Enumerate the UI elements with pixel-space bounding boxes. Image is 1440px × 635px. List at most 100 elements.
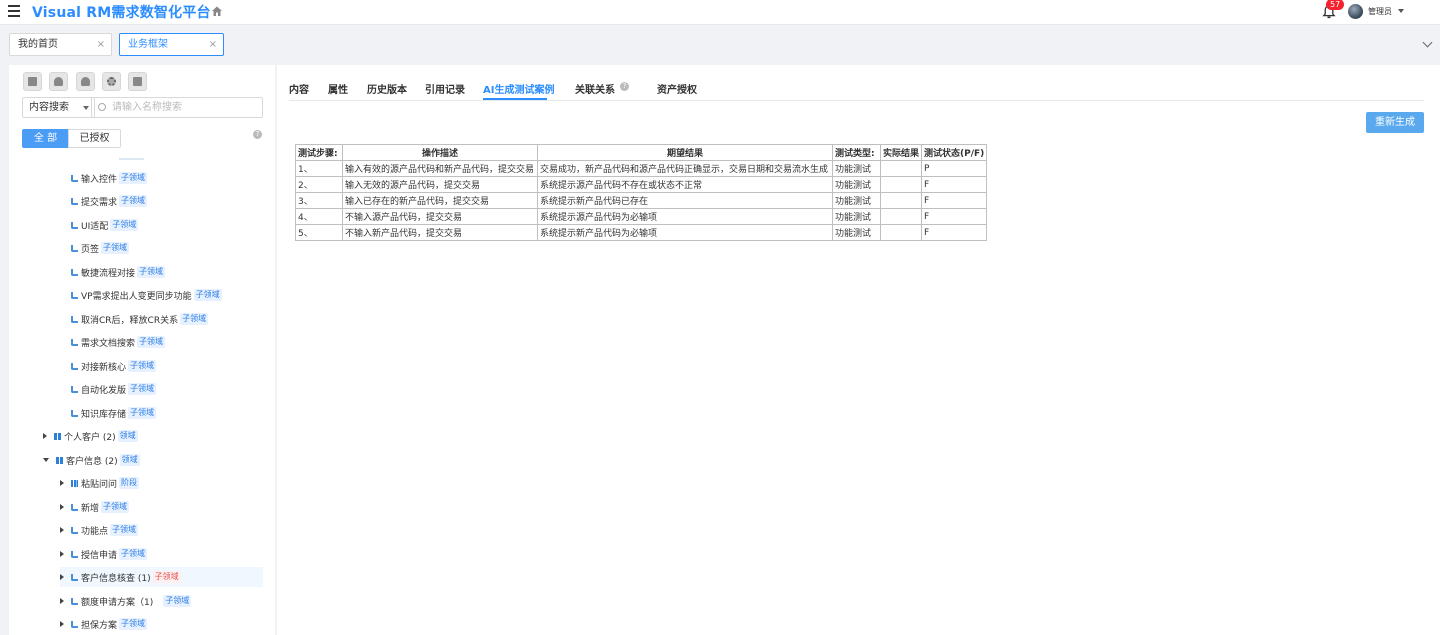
tree-item[interactable]: 对接新核心 子领域 (71, 356, 157, 376)
table-cell: 交易成功，新产品代码和源产品代码正确显示，交易日期和交易流水生成 (537, 160, 833, 177)
settings-button[interactable] (102, 72, 121, 91)
expand-arrow-icon[interactable] (60, 621, 64, 627)
close-icon[interactable]: × (97, 34, 105, 55)
tree-item[interactable]: 新增 子领域 (60, 497, 130, 517)
filter-authorized-button[interactable]: 已授权 (68, 129, 121, 148)
tree-item[interactable]: 敏捷流程对接 子领域 (71, 262, 166, 282)
tree-item[interactable]: 授信申请 子领域 (60, 544, 148, 564)
tab-references[interactable]: 引用记录 (425, 81, 465, 96)
table-cell (879, 192, 923, 209)
chevron-down-icon[interactable] (1422, 37, 1433, 48)
tree-item[interactable]: 功能点 子领域 (60, 520, 139, 540)
tree-item-label: 功能点 (81, 526, 109, 537)
table-cell: 输入已存在的新产品代码，提交交易 (342, 192, 538, 209)
table-row: 3、 输入已存在的新产品代码，提交交易 系统提示新产品代码已存在 功能测试 F (295, 192, 988, 209)
tree-item[interactable]: 输入控件 子领域 (71, 168, 148, 188)
tree-item[interactable]: 知识库存储 子领域 (71, 403, 157, 423)
upload-button[interactable] (49, 72, 68, 91)
tree-item[interactable]: 自动化发版 子领域 (71, 379, 157, 399)
tree-item[interactable]: 取消CR后，释放CR关系 子领域 (71, 309, 209, 329)
tree-item-label: 需求文档搜索 (81, 338, 136, 349)
page-tab-business-framework[interactable]: 业务框架 × (119, 33, 224, 56)
table-cell: 功能测试 (832, 192, 881, 209)
tree-item-tag: 子领域 (119, 195, 148, 207)
avatar[interactable] (1348, 4, 1363, 19)
expand-arrow-icon[interactable] (60, 504, 64, 510)
tree-item[interactable]: 额度申请方案（1) 子领域 (60, 591, 192, 611)
tree-item[interactable]: 客户信息 (2) 领域 (43, 450, 140, 470)
table-row: 5、 不输入新产品代码，提交交易 系统提示新产品代码为必输项 功能测试 F (295, 224, 988, 241)
table-cell: 系统提示新产品代码为必输项 (537, 224, 833, 241)
expand-arrow-icon[interactable] (43, 433, 47, 439)
subdomain-icon (71, 385, 78, 393)
subdomain-icon (71, 268, 78, 276)
tab-content[interactable]: 内容 (289, 81, 309, 96)
expand-arrow-icon[interactable] (60, 480, 64, 486)
copy-button[interactable] (23, 72, 42, 91)
tab-asset-authorization[interactable]: 资产授权 (657, 81, 697, 96)
filter-all-button[interactable]: 全 部 (22, 129, 69, 148)
tree-item-tag: 子领域 (163, 595, 192, 607)
menu-toggle-icon[interactable] (8, 5, 22, 19)
expand-arrow-icon[interactable] (60, 574, 64, 580)
tab-properties[interactable]: 属性 (328, 81, 348, 96)
tree-item[interactable]: 需求文档搜索 子领域 (71, 332, 166, 352)
search-input[interactable]: 请输入名称搜索 (91, 97, 263, 118)
tree-item-label: 粘贴问问 (81, 479, 118, 490)
home-icon[interactable] (211, 5, 223, 17)
tab-relations[interactable]: 关联关系 (575, 81, 615, 96)
expand-arrow-icon[interactable] (60, 527, 64, 533)
subdomain-icon (71, 573, 78, 581)
search-placeholder: 请输入名称搜索 (112, 102, 182, 113)
help-icon[interactable]: ? (620, 82, 629, 91)
tree-item-label: 新增 (81, 503, 100, 514)
table-cell: 系统提示源产品代码为必输项 (537, 208, 833, 225)
tree-item[interactable]: UI适配 子领域 (71, 215, 139, 235)
tree-item[interactable]: VP需求提出人变更同步功能 子领域 (71, 285, 222, 305)
tree-item-tag: 子领域 (128, 360, 157, 372)
caret-down-icon[interactable] (1398, 9, 1404, 13)
tree-item-label: UI适配 (81, 221, 109, 232)
search-scope-select[interactable]: 内容搜索 (22, 97, 95, 118)
help-icon[interactable]: ? (253, 130, 262, 139)
tree-item[interactable]: 页签 子领域 (71, 238, 130, 258)
scroll-remnant (119, 158, 144, 160)
tree-item-label: 知识库存储 (81, 409, 127, 420)
tree-item[interactable]: 担保方案 子领域 (60, 614, 148, 634)
close-icon[interactable]: × (209, 34, 217, 55)
subdomain-icon (71, 409, 78, 417)
document-button[interactable] (128, 72, 147, 91)
tree-item[interactable]: 个人客户 (2) 领域 (43, 426, 138, 446)
table-cell: 输入无效的源产品代码，提交交易 (342, 176, 538, 193)
tree-item-tag: 子领域 (152, 571, 181, 583)
user-name[interactable]: 管理员 (1368, 6, 1392, 17)
page-tab-home[interactable]: 我的首页 × (9, 33, 112, 56)
tree-item[interactable]: 提交需求 子领域 (71, 191, 148, 211)
download-button[interactable] (76, 72, 95, 91)
subdomain-icon (71, 362, 78, 370)
tree-item[interactable]: 粘贴问问 阶段 (60, 473, 140, 493)
subdomain-icon (71, 550, 78, 558)
table-cell (879, 176, 923, 193)
page-tab-bar: 我的首页 × 业务框架 × (0, 26, 1440, 62)
subdomain-icon (71, 291, 78, 299)
tab-history[interactable]: 历史版本 (367, 81, 407, 96)
expand-arrow-icon[interactable] (60, 598, 64, 604)
stage-icon (71, 479, 78, 487)
tree-item-selected[interactable]: 客户信息核查 (1) 子领域 (60, 567, 263, 587)
tree-item-label: 担保方案 (81, 620, 118, 631)
table-cell: 不输入新产品代码，提交交易 (342, 224, 538, 241)
regenerate-button[interactable]: 重新生成 (1366, 112, 1424, 133)
domain-icon (56, 456, 63, 464)
collapse-arrow-icon[interactable] (43, 458, 49, 462)
subdomain-icon (71, 221, 78, 229)
table-row: 1、 输入有效的源产品代码和新产品代码，提交交易 交易成功，新产品代码和源产品代… (295, 160, 988, 177)
column-header: 测试步骤: (295, 144, 343, 161)
tab-ai-testcases[interactable]: AI生成测试案例 (483, 81, 554, 96)
subdomain-icon (71, 597, 78, 605)
column-header: 实际结果 (879, 144, 923, 161)
table-cell (879, 160, 923, 177)
tree-item-tag: 子领域 (101, 242, 130, 254)
expand-arrow-icon[interactable] (60, 551, 64, 557)
subdomain-icon (71, 338, 78, 346)
